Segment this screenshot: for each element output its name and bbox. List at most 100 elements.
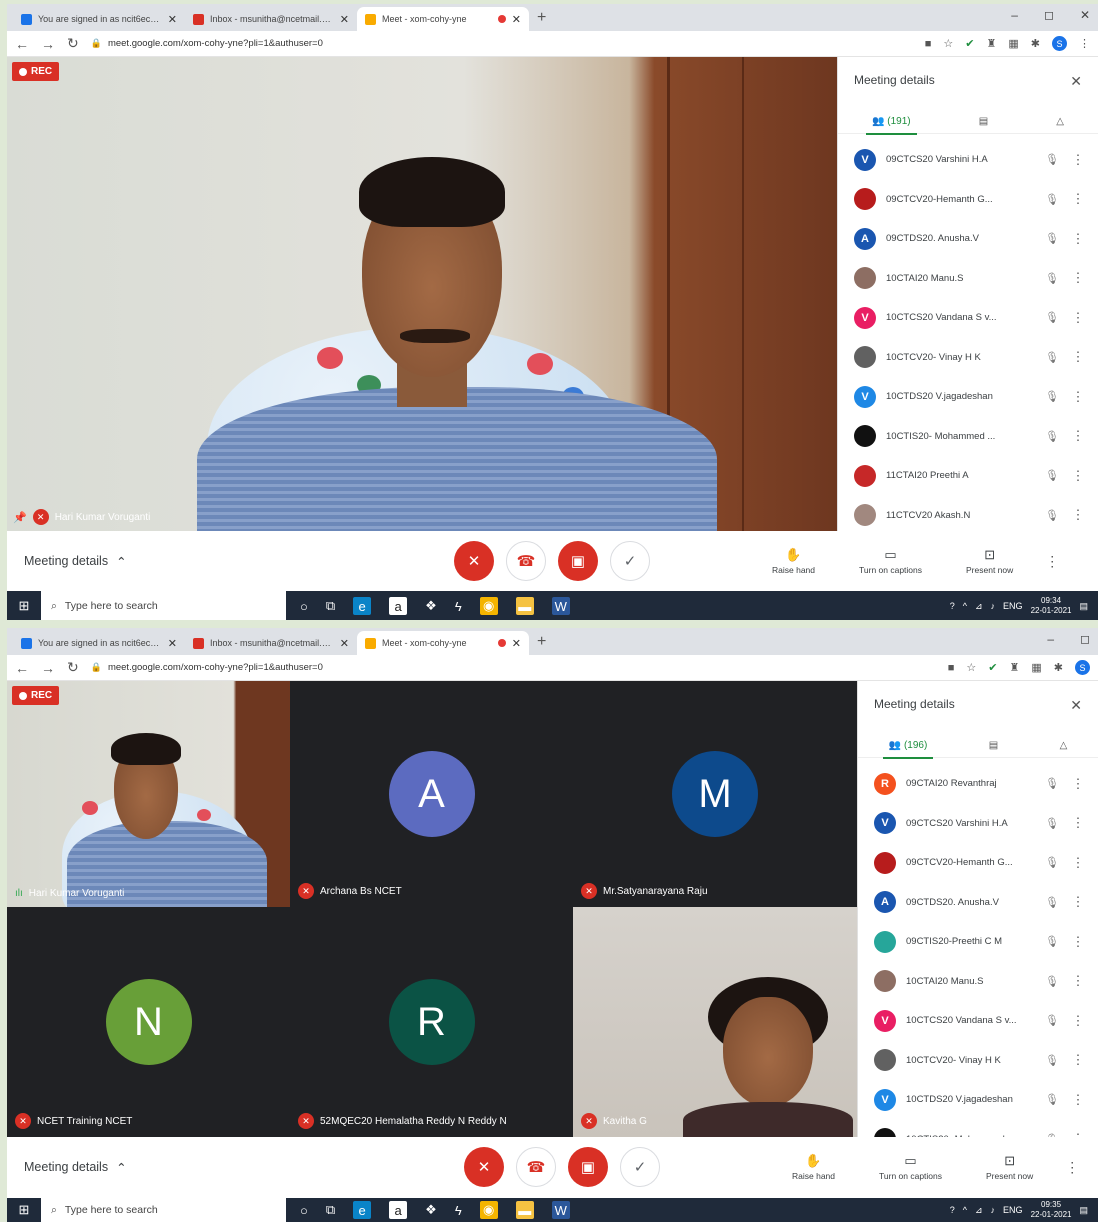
edge-icon[interactable]: e: [353, 597, 372, 615]
cortana-icon[interactable]: ○: [300, 599, 308, 614]
mic-muted-icon[interactable]: 🎙: [1044, 430, 1060, 443]
camera-icon[interactable]: ■: [948, 662, 955, 674]
browser-tab-gmail[interactable]: Inbox - msunitha@ncetmail.com ✕: [185, 631, 357, 655]
participant-more-icon[interactable]: ⋮: [1070, 1013, 1086, 1029]
language-indicator[interactable]: ENG: [1003, 1205, 1023, 1215]
camera-icon[interactable]: ■: [925, 38, 932, 50]
camera-toggle-button[interactable]: ▣: [558, 541, 598, 581]
participant-more-icon[interactable]: ⋮: [1070, 815, 1086, 831]
leave-call-button[interactable]: ☎: [506, 541, 546, 581]
taskbar-search[interactable]: ⌕ Type here to search: [41, 591, 286, 620]
mic-muted-icon[interactable]: 🎙: [1044, 469, 1060, 482]
grammar-check-icon[interactable]: ✔: [988, 661, 997, 674]
participant-row[interactable]: 11CTCV20 Akash.N 🎙 ⋮: [838, 496, 1098, 536]
participant-row[interactable]: 10CTAI20 Manu.S 🎙 ⋮: [858, 962, 1098, 1002]
chrome-icon[interactable]: ◉: [479, 1201, 498, 1219]
close-icon[interactable]: ✕: [1070, 697, 1082, 714]
reload-icon[interactable]: ↻: [67, 35, 79, 52]
extension-icon[interactable]: ♜: [987, 37, 997, 50]
volume-icon[interactable]: ♪: [991, 1205, 996, 1215]
amazon-icon[interactable]: a: [389, 597, 408, 615]
participant-row[interactable]: 09CTCV20-Hemanth G... 🎙 ⋮: [858, 843, 1098, 883]
url-field[interactable]: 🔒 meet.google.com/xom-cohy-yne?pli=1&aut…: [91, 38, 913, 49]
taskbar-search[interactable]: ⌕ Type here to search: [41, 1198, 286, 1222]
clock[interactable]: 09:34 22-01-2021: [1031, 596, 1072, 616]
star-icon[interactable]: ☆: [966, 661, 976, 674]
mic-muted-icon[interactable]: 🎙: [1044, 1093, 1060, 1106]
participant-more-icon[interactable]: ⋮: [1070, 152, 1086, 168]
participant-row[interactable]: A 09CTDS20. Anusha.V 🎙 ⋮: [858, 883, 1098, 923]
maximize-icon[interactable]: ◻: [1080, 632, 1090, 646]
clock[interactable]: 09:35 22-01-2021: [1031, 1200, 1072, 1220]
mic-toggle-button[interactable]: ✕: [454, 541, 494, 581]
notifications-icon[interactable]: ▤: [1079, 1205, 1088, 1216]
mic-muted-icon[interactable]: 🎙: [1044, 193, 1060, 206]
maximize-icon[interactable]: ◻: [1044, 8, 1054, 22]
tab-people[interactable]: 👥 (196): [882, 734, 933, 759]
participant-more-icon[interactable]: ⋮: [1070, 191, 1086, 207]
participant-row[interactable]: 09CTCV20-Hemanth G... 🎙 ⋮: [838, 180, 1098, 220]
windows-start-icon[interactable]: ⊞: [7, 598, 41, 614]
mic-muted-icon[interactable]: 🎙: [1044, 975, 1060, 988]
mic-muted-icon[interactable]: 🎙: [1044, 509, 1060, 522]
pin-icon[interactable]: 📌: [13, 511, 27, 524]
participant-more-icon[interactable]: ⋮: [1070, 468, 1086, 484]
meeting-details-toggle[interactable]: Meeting details ⌃: [24, 554, 454, 569]
tile-satyanarayana[interactable]: M ✕ Mr.Satyanarayana Raju: [573, 681, 857, 907]
more-options-icon[interactable]: ⋮: [1065, 1159, 1079, 1176]
browser-tab-sites[interactable]: You are signed in as ncit6ec001 ✕: [13, 631, 185, 655]
tile-archana[interactable]: A ✕ Archana Bs NCET: [290, 681, 573, 907]
tile-kavitha[interactable]: ✕ Kavitha G: [573, 907, 857, 1137]
participant-more-icon[interactable]: ⋮: [1070, 1092, 1086, 1108]
close-window-icon[interactable]: ✕: [1080, 8, 1090, 22]
puzzle-icon[interactable]: ✱: [1031, 37, 1040, 50]
participant-row[interactable]: V 10CTDS20 V.jagadeshan 🎙 ⋮: [858, 1080, 1098, 1120]
network-icon[interactable]: ⊿: [975, 1205, 983, 1216]
close-tab-icon[interactable]: ✕: [340, 637, 349, 650]
new-tab-button[interactable]: +: [537, 633, 546, 651]
chrome-menu-icon[interactable]: ⋮: [1079, 37, 1090, 50]
chrome-icon[interactable]: ◉: [479, 597, 498, 615]
tab-activities[interactable]: △: [1056, 110, 1064, 134]
help-icon[interactable]: ?: [950, 601, 955, 611]
participant-row[interactable]: V 10CTDS20 V.jagadeshan 🎙 ⋮: [838, 377, 1098, 417]
mic-muted-icon[interactable]: 🎙: [1044, 817, 1060, 830]
participant-more-icon[interactable]: ⋮: [1070, 349, 1086, 365]
tab-chat[interactable]: ▤: [989, 734, 998, 758]
browser-tab-meet[interactable]: Meet - xom-cohy-yne ✕: [357, 631, 529, 655]
mic-muted-icon[interactable]: 🎙: [1044, 1054, 1060, 1067]
amazon-icon[interactable]: a: [389, 1201, 408, 1219]
back-icon[interactable]: ←: [15, 660, 29, 676]
back-icon[interactable]: ←: [15, 36, 29, 52]
grammar-check-icon[interactable]: ✔: [965, 37, 974, 50]
participant-row[interactable]: V 09CTCS20 Varshini H.A 🎙 ⋮: [838, 140, 1098, 180]
participant-more-icon[interactable]: ⋮: [1070, 507, 1086, 523]
close-tab-icon[interactable]: ✕: [512, 637, 521, 650]
tab-activities[interactable]: △: [1060, 734, 1068, 758]
present-now-button[interactable]: ⊡ Present now: [966, 547, 1013, 575]
star-icon[interactable]: ☆: [943, 37, 953, 50]
participant-row[interactable]: 10CTCV20- Vinay H K 🎙 ⋮: [858, 1041, 1098, 1081]
mic-muted-icon[interactable]: 🎙: [1044, 1014, 1060, 1027]
participant-more-icon[interactable]: ⋮: [1070, 934, 1086, 950]
tile-hemalatha[interactable]: R ✕ 52MQEC20 Hemalatha Reddy N Reddy N: [290, 907, 573, 1137]
more-options-icon[interactable]: ⋮: [1045, 553, 1059, 570]
participant-row[interactable]: A 09CTDS20. Anusha.V 🎙 ⋮: [838, 219, 1098, 259]
winamp-icon[interactable]: ϟ: [455, 599, 462, 614]
participant-more-icon[interactable]: ⋮: [1070, 231, 1086, 247]
new-tab-button[interactable]: +: [537, 9, 546, 27]
camera-toggle-button[interactable]: ▣: [568, 1147, 608, 1187]
help-icon[interactable]: ?: [950, 1205, 955, 1215]
network-icon[interactable]: ⊿: [975, 601, 983, 612]
mic-muted-icon[interactable]: 🎙: [1044, 311, 1060, 324]
windows-start-icon[interactable]: ⊞: [7, 1202, 41, 1218]
language-indicator[interactable]: ENG: [1003, 601, 1023, 611]
minimize-icon[interactable]: –: [1011, 8, 1018, 22]
tile-ncet-training[interactable]: N ✕ NCET Training NCET: [7, 907, 290, 1137]
participant-row[interactable]: 09CTIS20-Preethi C M 🎙 ⋮: [858, 922, 1098, 962]
raise-hand-button[interactable]: ✋ Raise hand: [792, 1153, 835, 1181]
browser-tab-meet[interactable]: Meet - xom-cohy-yne ✕: [357, 7, 529, 31]
grid-icon[interactable]: ▦: [1008, 37, 1018, 50]
participant-more-icon[interactable]: ⋮: [1070, 428, 1086, 444]
tab-chat[interactable]: ▤: [979, 110, 988, 134]
